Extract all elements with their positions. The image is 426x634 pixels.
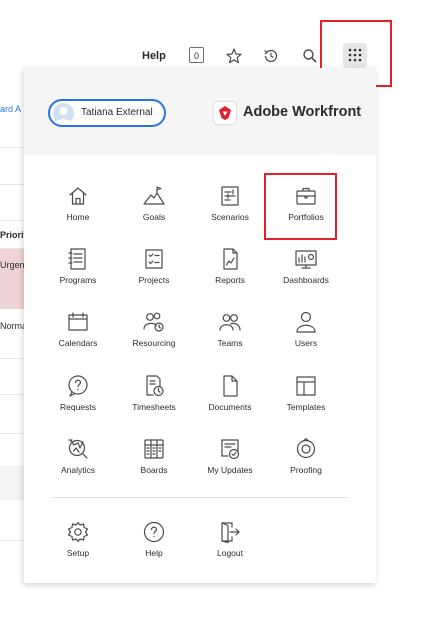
menu-item-my-updates[interactable]: My Updates <box>192 436 268 490</box>
menu-item-resourcing[interactable]: Resourcing <box>116 309 192 363</box>
menu-item-label: Requests <box>60 402 96 412</box>
divider <box>0 540 24 541</box>
priority-cell: Urgen <box>0 260 24 270</box>
menu-item-label: Reports <box>215 275 245 285</box>
menu-item-label: Scenarios <box>211 212 249 222</box>
programs-icon <box>65 246 91 272</box>
table-row <box>0 466 24 500</box>
star-icon[interactable] <box>225 47 243 65</box>
templates-icon <box>293 373 319 399</box>
table-row <box>0 249 24 309</box>
my-updates-icon <box>217 436 243 462</box>
documents-icon <box>217 373 243 399</box>
priority-column-header: Priorit <box>0 230 24 240</box>
menu-item-label: Users <box>294 338 318 348</box>
menu-item-requests[interactable]: Requests <box>40 373 116 427</box>
menu-item-dashboards[interactable]: Dashboards <box>268 246 344 300</box>
menu-item-help[interactable]: Help <box>116 519 192 573</box>
menu-item-label: Timesheets <box>132 402 176 412</box>
menu-item-label: Programs <box>59 275 97 285</box>
help-icon <box>141 519 167 545</box>
menu-item-scenarios[interactable]: Scenarios <box>192 183 268 237</box>
user-name: Tatiana External <box>81 107 153 118</box>
brand-name: Adobe Workfront <box>243 104 362 120</box>
proofing-icon <box>293 436 319 462</box>
menu-item-label: Goals <box>142 212 166 222</box>
divider <box>0 184 24 185</box>
scenarios-icon <box>217 183 243 209</box>
divider <box>0 358 24 359</box>
timesheets-icon <box>141 373 167 399</box>
users-icon <box>293 309 319 335</box>
menu-item-label: Teams <box>217 338 243 348</box>
workfront-logo-icon <box>214 102 236 124</box>
analytics-icon <box>65 436 91 462</box>
menu-item-label: Home <box>66 212 90 222</box>
menu-item-programs[interactable]: Programs <box>40 246 116 300</box>
menu-item-proofing[interactable]: Proofing <box>268 436 344 490</box>
menu-item-teams[interactable]: Teams <box>192 309 268 363</box>
home-icon <box>65 183 91 209</box>
menu-item-logout[interactable]: Logout <box>192 519 268 573</box>
menu-item-timesheets[interactable]: Timesheets <box>116 373 192 427</box>
main-menu-panel: Tatiana External Adobe Workfront Home Goa… <box>24 68 376 583</box>
avatar <box>53 103 74 124</box>
menu-item-label: Proofing <box>290 465 322 475</box>
menu-item-label: Setup <box>66 548 90 558</box>
boards-icon <box>141 436 167 462</box>
menu-item-goals[interactable]: Goals <box>116 183 192 237</box>
divider <box>0 220 24 221</box>
portfolios-highlight-box <box>264 173 337 240</box>
menu-item-label: Boards <box>140 465 168 475</box>
menu-item-reports[interactable]: Reports <box>192 246 268 300</box>
menu-item-users[interactable]: Users <box>268 309 344 363</box>
notification-count-badge[interactable]: 0 <box>189 47 204 63</box>
help-link[interactable]: Help <box>142 50 166 62</box>
logout-icon <box>217 519 243 545</box>
projects-icon <box>141 246 167 272</box>
background-link[interactable]: ard A <box>0 104 24 114</box>
menu-item-setup[interactable]: Setup <box>40 519 116 573</box>
menu-item-label: Documents <box>208 402 252 412</box>
menu-item-label: Projects <box>138 275 170 285</box>
menu-item-label: Dashboards <box>283 275 329 285</box>
menu-item-calendars[interactable]: Calendars <box>40 309 116 363</box>
divider <box>0 147 24 148</box>
divider <box>0 433 24 434</box>
search-icon[interactable] <box>301 47 319 65</box>
menu-header: Tatiana External Adobe Workfront <box>24 68 376 155</box>
menu-item-label: Templates <box>286 402 326 412</box>
user-profile-button[interactable]: Tatiana External <box>48 99 166 127</box>
menu-item-label: Logout <box>217 548 243 558</box>
menu-divider <box>52 497 348 498</box>
teams-icon <box>217 309 243 335</box>
priority-cell: Norma <box>0 321 24 331</box>
menu-item-label: Resourcing <box>132 338 176 348</box>
dashboards-icon <box>293 246 319 272</box>
goals-icon <box>141 183 167 209</box>
menu-item-label: Help <box>145 548 163 558</box>
menu-item-label: Calendars <box>58 338 98 348</box>
requests-icon <box>65 373 91 399</box>
reports-icon <box>217 246 243 272</box>
menu-item-label: Analytics <box>60 465 95 475</box>
resourcing-icon <box>141 309 167 335</box>
menu-item-label: My Updates <box>207 465 253 475</box>
menu-item-home[interactable]: Home <box>40 183 116 237</box>
history-icon[interactable] <box>262 47 280 65</box>
divider <box>0 394 24 395</box>
setup-icon <box>65 519 91 545</box>
menu-item-documents[interactable]: Documents <box>192 373 268 427</box>
menu-item-templates[interactable]: Templates <box>268 373 344 427</box>
menu-item-projects[interactable]: Projects <box>116 246 192 300</box>
calendars-icon <box>65 309 91 335</box>
menu-item-boards[interactable]: Boards <box>116 436 192 490</box>
menu-item-analytics[interactable]: Analytics <box>40 436 116 490</box>
